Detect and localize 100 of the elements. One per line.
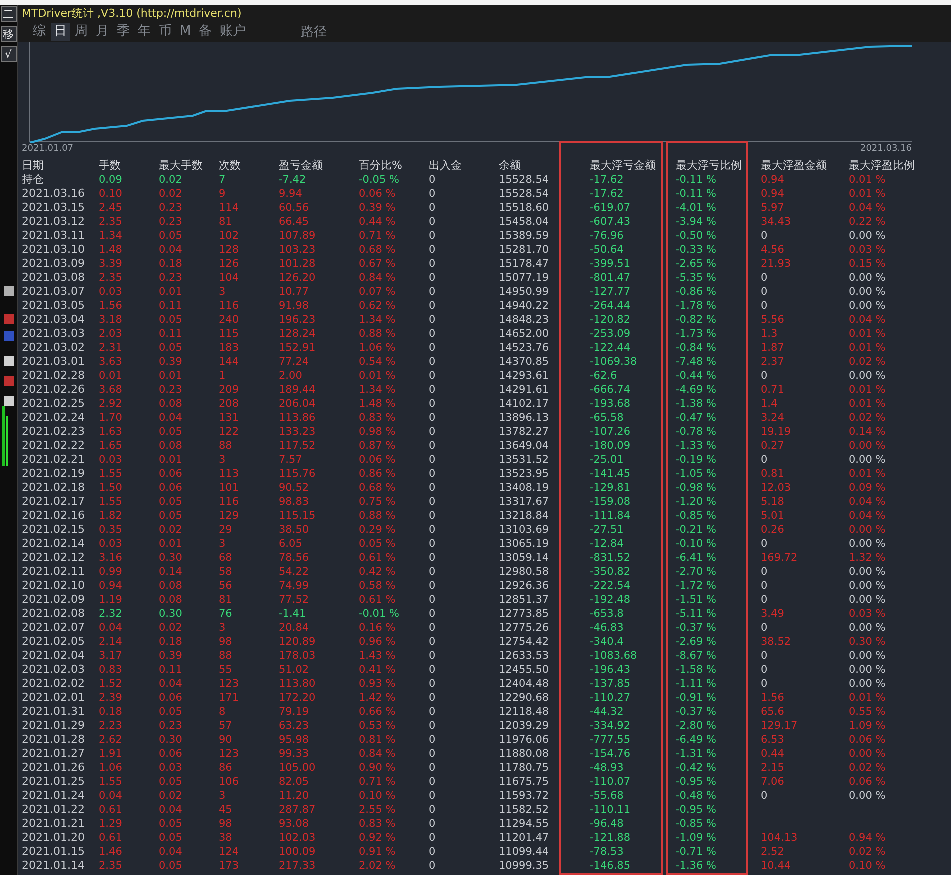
table-cell-text: 7 [219, 173, 227, 187]
table-cell-text: 2021.02.05 [22, 635, 86, 649]
table-cell-text: 0.16 % [359, 621, 397, 635]
table-cell-text: -1.51 % [676, 593, 718, 607]
table-cell-text: 0 [429, 663, 437, 677]
table-cell-text: 128 [219, 243, 240, 257]
table-cell-text: -1.36 % [676, 859, 718, 873]
table-cell-text: 0.71 % [359, 775, 397, 789]
table-cell-text: 2021.01.25 [22, 775, 86, 789]
table-cell-text: -4.69 % [676, 383, 718, 397]
table-cell-text: 0.05 [159, 817, 184, 831]
table-cell-text: 104.13 [761, 831, 799, 845]
table-cell-text: 0 [429, 201, 437, 215]
table-cell-text: -141.45 [590, 467, 632, 481]
table-cell-text: 0.00 % [849, 677, 887, 691]
table-cell-text: 13059.14 [499, 551, 550, 565]
table-cell-text: 0 [761, 369, 769, 383]
table-cell-text: 0.30 % [849, 635, 887, 649]
table-cell-text: 57 [219, 719, 234, 733]
table-cell-text: 0.83 % [359, 411, 397, 425]
table-cell-text: 0 [429, 313, 437, 327]
table-cell-text: -0.42 % [676, 761, 718, 775]
table-cell-text: 0.01 % [849, 173, 887, 187]
period-tab[interactable]: 月 [93, 22, 112, 41]
table-cell-text: 10.77 [279, 285, 310, 299]
table-cell-text: 101.28 [279, 257, 317, 271]
table-cell-text: -25.01 [590, 453, 625, 467]
table-cell-text: 0.01 % [849, 691, 887, 705]
table-cell-text: 0.14 % [849, 425, 887, 439]
table-cell-text: 120.89 [279, 635, 317, 649]
table-cell-text: 0.09 % [849, 481, 887, 495]
table-cell-text: 1.63 [99, 425, 124, 439]
table-cell-text: 13782.27 [499, 425, 550, 439]
table-cell-text: 1.48 % [359, 397, 397, 411]
table-cell-text: 0 [429, 257, 437, 271]
table-cell-text: 2021.02.16 [22, 509, 86, 523]
table-cell-text: 13896.13 [499, 411, 550, 425]
period-tab[interactable]: 币 [156, 22, 175, 41]
table-cell-text: -127.77 [590, 285, 632, 299]
table-cell-text: 2021.02.28 [22, 369, 86, 383]
side-button[interactable]: 移 [0, 26, 16, 42]
period-tab[interactable]: M [177, 22, 194, 41]
table-cell-text: -0.82 % [676, 313, 718, 327]
table-cell-text: 0.00 % [849, 593, 887, 607]
table-cell-text: 0.04 [99, 789, 124, 803]
table-cell-text: 12039.29 [499, 719, 550, 733]
table-cell-text: 65.6 [761, 705, 786, 719]
table-cell-text: 2021.02.21 [22, 453, 86, 467]
table-cell-text: -0.37 % [676, 705, 718, 719]
table-cell-text: 0.04 % [849, 495, 887, 509]
table-cell-text: 14950.99 [499, 285, 550, 299]
period-tab[interactable]: 备 [196, 22, 216, 41]
table-cell-text: -1.38 % [676, 397, 718, 411]
period-tab[interactable]: 年 [135, 22, 154, 41]
table-cell-text: 2.62 [99, 733, 124, 747]
table-cell-text: 0.61 [99, 831, 124, 845]
table-cell-text: 115.15 [279, 509, 317, 523]
period-tab[interactable]: 季 [114, 22, 133, 41]
period-tab[interactable]: 账户 [217, 22, 250, 41]
table-cell-text: 0.44 % [359, 215, 397, 229]
table-cell-text: -129.81 [590, 481, 632, 495]
table-cell-text: 0.88 % [359, 509, 397, 523]
table-cell-text: 116 [219, 495, 240, 509]
table-cell-text: -0.50 % [676, 229, 718, 243]
table-cell-text: 15281.70 [499, 243, 550, 257]
table-cell-text: 0.03 [99, 537, 124, 551]
table-cell-text: 98.83 [279, 495, 310, 509]
table-cell-text: 2.14 [99, 635, 124, 649]
table-cell-text: 2021.02.18 [22, 481, 86, 495]
table-cell-text: 116 [219, 299, 240, 313]
period-tab[interactable]: 周 [72, 22, 91, 41]
path-label: 路径 [301, 24, 328, 41]
table-cell-text: 1.43 % [359, 649, 397, 663]
side-button[interactable]: √ [0, 46, 16, 62]
table-cell-text: -831.52 [590, 551, 632, 565]
table-cell-text: 9 [219, 187, 227, 201]
table-cell-text: 90 [219, 733, 234, 747]
table-cell-text: 38 [219, 831, 234, 845]
table-cell-text: 0.15 % [849, 257, 887, 271]
table-cell-text: 169.72 [761, 551, 799, 565]
table-cell-text: 1.65 [99, 439, 124, 453]
table-cell-text: 0.29 % [359, 523, 397, 537]
table-cell-text: 0.54 % [359, 355, 397, 369]
table-cell-text: 12404.48 [499, 677, 550, 691]
table-cell-text: 79.19 [279, 705, 310, 719]
table-cell-text: 54.22 [279, 565, 310, 579]
table-cell-text: 2.39 [99, 691, 124, 705]
table-cell-text: 2.23 [99, 719, 124, 733]
period-tab[interactable]: 综 [30, 22, 49, 41]
table-cell-text: 0.03 [159, 761, 184, 775]
table-cell-text: 0 [429, 831, 437, 845]
table-cell-text: 0.68 % [359, 243, 397, 257]
table-cell-text: 0.05 [159, 705, 184, 719]
table-cell-text: 0.11 [159, 663, 184, 677]
table-cell-text: 2021.02.23 [22, 425, 86, 439]
period-tab[interactable]: 日 [51, 22, 70, 41]
table-cell-text: -0.11 % [676, 173, 718, 187]
table-cell-text: -0.85 % [676, 509, 718, 523]
side-button[interactable]: 二 [0, 6, 16, 22]
table-cell-text: 81 [219, 593, 234, 607]
